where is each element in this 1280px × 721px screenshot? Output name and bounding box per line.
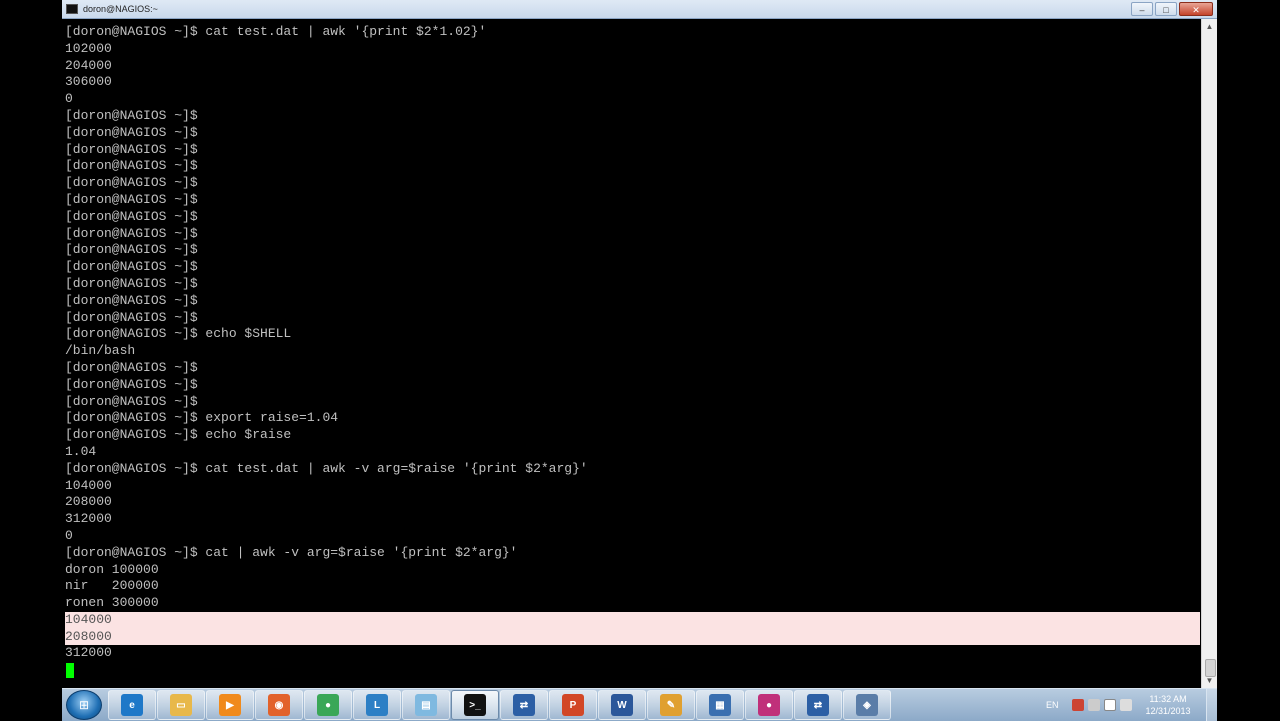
start-button[interactable]: ⊞ — [66, 690, 102, 720]
title-bar[interactable]: doron@NAGIOS:~ – □ ✕ — [62, 0, 1217, 19]
colors-icon: ● — [758, 694, 780, 716]
terminal-line: 208000 — [65, 628, 1200, 646]
word-icon: W — [611, 694, 633, 716]
terminal-line: 312000 — [65, 645, 112, 661]
terminal-line: [doron@NAGIOS ~]$ — [65, 175, 198, 191]
movie-maker-icon: ▦ — [709, 694, 731, 716]
terminal-line: [doron@NAGIOS ~]$ cat test.dat | awk -v … — [65, 460, 588, 476]
terminal-icon: >_ — [464, 694, 486, 716]
terminal-line: [doron@NAGIOS ~]$ — [65, 275, 198, 291]
taskbar-button[interactable]: ▭ — [157, 690, 205, 720]
terminal-line: 102000 — [65, 40, 112, 56]
firefox-icon: ◉ — [268, 694, 290, 716]
terminal-line: [doron@NAGIOS ~]$ — [65, 225, 198, 241]
terminal-line: [doron@NAGIOS ~]$ — [65, 158, 198, 174]
terminal-line: 104000 — [65, 477, 112, 493]
taskbar-button[interactable]: ✎ — [647, 690, 695, 720]
terminal-line: 1.04 — [65, 443, 97, 459]
maximize-button[interactable]: □ — [1155, 2, 1177, 16]
text-cursor — [66, 663, 74, 679]
terminal-line: [doron@NAGIOS ~]$ — [65, 124, 198, 140]
terminal-line: [doron@NAGIOS ~]$ echo $SHELL — [65, 326, 292, 342]
network-icon: ⇄ — [513, 694, 535, 716]
show-hidden-icons-icon[interactable] — [1088, 699, 1100, 711]
flag-icon[interactable] — [1072, 699, 1084, 711]
taskbar: ⊞ e ▭ ▶ ◉ ● L ▤ >_ ⇄ P W ✎ ▦ ● ⇄ ◈ EN 11:32 AM 12/31/20… — [62, 688, 1217, 721]
terminal-line: [doron@NAGIOS ~]$ — [65, 191, 198, 207]
taskbar-button[interactable]: P — [549, 690, 597, 720]
terminal-line: [doron@NAGIOS ~]$ — [65, 242, 198, 258]
media-player-icon: ▶ — [219, 694, 241, 716]
terminal-line: [doron@NAGIOS ~]$ — [65, 141, 198, 157]
terminal-line: [doron@NAGIOS ~]$ cat test.dat | awk '{p… — [65, 24, 487, 39]
terminal-line: ronen 300000 — [65, 595, 159, 611]
terminal-line: [doron@NAGIOS ~]$ — [65, 309, 198, 325]
terminal-line: doron 100000 — [65, 561, 159, 577]
terminal-output[interactable]: [doron@NAGIOS ~]$ cat test.dat | awk '{p… — [65, 24, 1200, 688]
terminal-line: [doron@NAGIOS ~]$ — [65, 359, 198, 375]
taskbar-button[interactable]: e — [108, 690, 156, 720]
terminal-line: [doron@NAGIOS ~]$ — [65, 208, 198, 224]
scroll-down-arrow-icon[interactable]: ▼ — [1202, 673, 1217, 688]
terminal-cursor-line — [65, 662, 1200, 679]
vertical-scrollbar[interactable]: ▲ ▼ — [1201, 19, 1217, 688]
terminal-line: [doron@NAGIOS ~]$ — [65, 259, 198, 275]
powerpoint-icon: P — [562, 694, 584, 716]
taskbar-button[interactable]: ◈ — [843, 690, 891, 720]
taskbar-button[interactable]: ● — [304, 690, 352, 720]
terminal-line: 306000 — [65, 74, 112, 90]
terminal-line: 0 — [65, 91, 73, 107]
terminal-line: 204000 — [65, 57, 112, 73]
terminal-line: 104000 — [65, 611, 1200, 629]
remote-desktop-icon: ⇄ — [807, 694, 829, 716]
clock[interactable]: 11:32 AM 12/31/2013 — [1140, 693, 1196, 717]
terminal-app-icon — [66, 4, 78, 14]
minimize-button[interactable]: – — [1131, 2, 1153, 16]
window-title: doron@NAGIOS:~ — [83, 4, 158, 14]
chrome-icon: ● — [317, 694, 339, 716]
show-desktop-button[interactable] — [1206, 689, 1217, 721]
terminal-line: nir 200000 — [65, 578, 159, 594]
taskbar-button[interactable]: ▤ — [402, 690, 450, 720]
terminal-line: 0 — [65, 527, 73, 543]
taskbar-button[interactable]: ⇄ — [500, 690, 548, 720]
virtualbox-icon: ◈ — [856, 694, 878, 716]
file-explorer-icon: ▭ — [170, 694, 192, 716]
terminal-line: [doron@NAGIOS ~]$ — [65, 376, 198, 392]
terminal-line: [doron@NAGIOS ~]$ — [65, 292, 198, 308]
terminal-line: [doron@NAGIOS ~]$ — [65, 393, 198, 409]
clock-time: 11:32 AM — [1149, 694, 1187, 704]
internet-explorer-icon: e — [121, 694, 143, 716]
taskbar-button[interactable]: L — [353, 690, 401, 720]
window-controls: – □ ✕ — [1131, 2, 1213, 16]
network-tray-icon[interactable] — [1104, 699, 1116, 711]
taskbar-button[interactable]: ⇄ — [794, 690, 842, 720]
terminal-line: 208000 — [65, 494, 112, 510]
taskbar-button[interactable]: ▦ — [696, 690, 744, 720]
terminal-window: doron@NAGIOS:~ – □ ✕ [doron@NAGIOS ~]$ c… — [62, 0, 1217, 688]
terminal-line: [doron@NAGIOS ~]$ cat | awk -v arg=$rais… — [65, 544, 518, 560]
clock-date: 12/31/2013 — [1145, 706, 1191, 716]
terminal-line: [doron@NAGIOS ~]$ — [65, 107, 198, 123]
taskbar-button[interactable]: ● — [745, 690, 793, 720]
taskbar-button[interactable]: ▶ — [206, 690, 254, 720]
terminal-line: [doron@NAGIOS ~]$ export raise=1.04 — [65, 410, 339, 426]
taskbar-button[interactable]: ◉ — [255, 690, 303, 720]
letterbox-left — [0, 0, 62, 720]
paint-icon: ✎ — [660, 694, 682, 716]
volume-icon[interactable] — [1120, 699, 1132, 711]
scroll-up-arrow-icon[interactable]: ▲ — [1202, 19, 1217, 34]
terminal-line: /bin/bash — [65, 343, 136, 359]
system-tray: EN 11:32 AM 12/31/2013 — [1042, 689, 1217, 721]
terminal-line: [doron@NAGIOS ~]$ echo $raise — [65, 427, 292, 443]
taskbar-button[interactable]: W — [598, 690, 646, 720]
taskbar-button[interactable]: >_ — [451, 690, 499, 720]
notepad-icon: ▤ — [415, 694, 437, 716]
close-button[interactable]: ✕ — [1179, 2, 1213, 16]
terminal-line: 312000 — [65, 511, 112, 527]
letterbox-right — [1217, 0, 1280, 720]
language-indicator[interactable]: EN — [1046, 700, 1068, 710]
lync-icon: L — [366, 694, 388, 716]
